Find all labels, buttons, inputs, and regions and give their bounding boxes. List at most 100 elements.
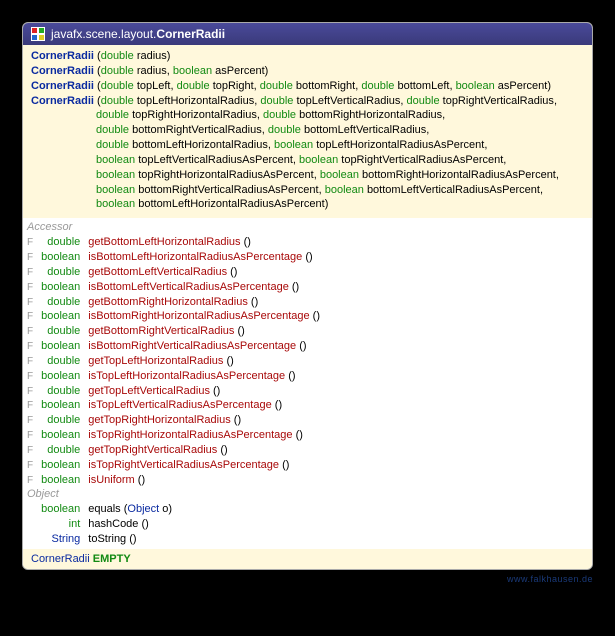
constructor-line: double bottomRightVerticalRadius, double… xyxy=(31,123,584,138)
modifier: F xyxy=(23,443,37,458)
constructor-line: boolean topRightHorizontalRadiusAsPercen… xyxy=(31,168,584,183)
method-row: FbooleanisTopLeftHorizontalRadiusAsPerce… xyxy=(23,369,592,384)
method-signature: isUniform () xyxy=(84,473,592,488)
method-row: FdoublegetTopRightVerticalRadius () xyxy=(23,443,592,458)
method-row: FbooleanisBottomRightVerticalRadiusAsPer… xyxy=(23,339,592,354)
method-row: FbooleanisTopLeftVerticalRadiusAsPercent… xyxy=(23,398,592,413)
return-type: boolean xyxy=(37,473,84,488)
modifier xyxy=(23,517,37,532)
return-type: boolean xyxy=(37,428,84,443)
constructor-line: CornerRadii (double topLeft, double topR… xyxy=(31,79,584,94)
method-row: FdoublegetBottomRightHorizontalRadius () xyxy=(23,295,592,310)
return-type: boolean xyxy=(37,339,84,354)
method-row: FbooleanisTopRightHorizontalRadiusAsPerc… xyxy=(23,428,592,443)
return-type: boolean xyxy=(37,280,84,295)
constructor-line: boolean bottomLeftHorizontalRadiusAsPerc… xyxy=(31,197,584,212)
constant-type: CornerRadii xyxy=(31,553,90,565)
constructor-line: double bottomLeftHorizontalRadius, boole… xyxy=(31,138,584,153)
modifier xyxy=(23,532,37,547)
return-type: boolean xyxy=(37,398,84,413)
modifier: F xyxy=(23,235,37,250)
method-signature: getBottomRightVerticalRadius () xyxy=(84,324,592,339)
method-signature: getTopRightVerticalRadius () xyxy=(84,443,592,458)
method-row: FdoublegetBottomRightVerticalRadius () xyxy=(23,324,592,339)
section-label: Accessor xyxy=(23,220,592,235)
return-type: double xyxy=(37,235,84,250)
method-signature: isTopRightHorizontalRadiusAsPercentage (… xyxy=(84,428,592,443)
method-signature: equals (Object o) xyxy=(84,502,592,517)
method-row: FbooleanisTopRightVerticalRadiusAsPercen… xyxy=(23,458,592,473)
modifier: F xyxy=(23,354,37,369)
return-type: double xyxy=(37,413,84,428)
modifier: F xyxy=(23,398,37,413)
constant-name: EMPTY xyxy=(93,553,131,565)
return-type: double xyxy=(37,295,84,310)
return-type: boolean xyxy=(37,458,84,473)
method-signature: getTopLeftHorizontalRadius () xyxy=(84,354,592,369)
modifier: F xyxy=(23,309,37,324)
method-signature: getBottomLeftVerticalRadius () xyxy=(84,265,592,280)
header-text: javafx.scene.layout.CornerRadii xyxy=(51,27,225,41)
constructor-line: CornerRadii (double radius) xyxy=(31,49,584,64)
modifier: F xyxy=(23,428,37,443)
class-name: CornerRadii xyxy=(156,27,225,41)
constants-block: CornerRadii EMPTY xyxy=(23,549,592,569)
method-row: StringtoString () xyxy=(23,532,592,547)
method-signature: toString () xyxy=(84,532,592,547)
constructor-line: boolean bottomRightVerticalRadiusAsPerce… xyxy=(31,183,584,198)
return-type: int xyxy=(37,517,84,532)
credit-text: www.falkhausen.de xyxy=(22,574,593,584)
modifier: F xyxy=(23,250,37,265)
method-row: FbooleanisUniform () xyxy=(23,473,592,488)
constructors-block: CornerRadii (double radius)CornerRadii (… xyxy=(23,45,592,218)
method-row: inthashCode () xyxy=(23,517,592,532)
method-signature: getTopLeftVerticalRadius () xyxy=(84,384,592,399)
method-row: FdoublegetTopRightHorizontalRadius () xyxy=(23,413,592,428)
method-signature: isTopRightVerticalRadiusAsPercentage () xyxy=(84,458,592,473)
method-signature: isTopLeftVerticalRadiusAsPercentage () xyxy=(84,398,592,413)
modifier xyxy=(23,502,37,517)
class-header: javafx.scene.layout.CornerRadii xyxy=(23,23,592,45)
modifier: F xyxy=(23,384,37,399)
method-signature: hashCode () xyxy=(84,517,592,532)
method-row: booleanequals (Object o) xyxy=(23,502,592,517)
class-card: javafx.scene.layout.CornerRadii CornerRa… xyxy=(22,22,593,570)
constructor-line: double topRightHorizontalRadius, double … xyxy=(31,108,584,123)
modifier: F xyxy=(23,324,37,339)
return-type: double xyxy=(37,324,84,339)
modifier: F xyxy=(23,369,37,384)
class-icon xyxy=(31,27,45,41)
method-row: FdoublegetBottomLeftVerticalRadius () xyxy=(23,265,592,280)
return-type: boolean xyxy=(37,309,84,324)
method-signature: isTopLeftHorizontalRadiusAsPercentage () xyxy=(84,369,592,384)
method-row: FbooleanisBottomLeftHorizontalRadiusAsPe… xyxy=(23,250,592,265)
method-row: FbooleanisBottomLeftVerticalRadiusAsPerc… xyxy=(23,280,592,295)
modifier: F xyxy=(23,280,37,295)
method-row: FbooleanisBottomRightHorizontalRadiusAsP… xyxy=(23,309,592,324)
modifier: F xyxy=(23,265,37,280)
section-label: Object xyxy=(23,487,592,502)
modifier: F xyxy=(23,339,37,354)
method-signature: getBottomRightHorizontalRadius () xyxy=(84,295,592,310)
method-row: FdoublegetBottomLeftHorizontalRadius () xyxy=(23,235,592,250)
method-row: FdoublegetTopLeftHorizontalRadius () xyxy=(23,354,592,369)
constructor-line: CornerRadii (double radius, boolean asPe… xyxy=(31,64,584,79)
method-signature: isBottomLeftVerticalRadiusAsPercentage (… xyxy=(84,280,592,295)
modifier: F xyxy=(23,458,37,473)
return-type: double xyxy=(37,443,84,458)
constructor-line: CornerRadii (double topLeftHorizontalRad… xyxy=(31,94,584,109)
methods-block: AccessorFdoublegetBottomLeftHorizontalRa… xyxy=(23,218,592,549)
return-type: boolean xyxy=(37,502,84,517)
method-row: FdoublegetTopLeftVerticalRadius () xyxy=(23,384,592,399)
return-type: double xyxy=(37,384,84,399)
modifier: F xyxy=(23,473,37,488)
return-type: double xyxy=(37,354,84,369)
return-type: double xyxy=(37,265,84,280)
constructor-line: boolean topLeftVerticalRadiusAsPercent, … xyxy=(31,153,584,168)
package-name: javafx.scene.layout. xyxy=(51,27,156,41)
modifier: F xyxy=(23,413,37,428)
method-signature: isBottomRightHorizontalRadiusAsPercentag… xyxy=(84,309,592,324)
return-type: boolean xyxy=(37,250,84,265)
method-signature: isBottomLeftHorizontalRadiusAsPercentage… xyxy=(84,250,592,265)
return-type: String xyxy=(37,532,84,547)
